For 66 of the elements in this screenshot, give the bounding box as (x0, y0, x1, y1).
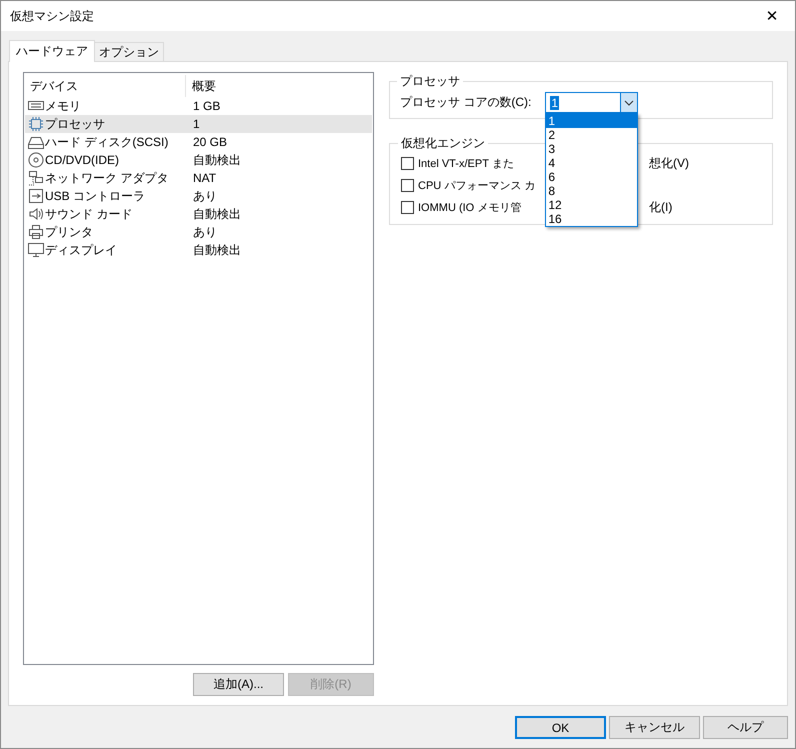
checkbox-label[interactable]: CPU パフォーマンス カ (418, 178, 536, 192)
device-name: メモリ (44, 98, 82, 114)
dropdown-option[interactable]: 12 (546, 198, 638, 212)
display-icon (28, 242, 44, 258)
device-name: USB コントローラ (44, 188, 146, 204)
cancel-button[interactable]: キャンセル (609, 716, 700, 739)
device-row[interactable]: USB コントローラ あり (25, 187, 372, 205)
device-row[interactable]: プロセッサ 1 (25, 115, 372, 133)
device-name: プリンタ (44, 224, 94, 240)
printer-icon (28, 224, 44, 240)
device-row[interactable]: ネットワーク アダプタ NAT (25, 169, 372, 187)
dropdown-option[interactable]: 4 (546, 156, 638, 170)
device-name: CD/DVD(IDE) (44, 153, 120, 167)
field-label: プロセッサ コアの数(C): (400, 94, 532, 111)
checkbox-label[interactable]: 化(I) (649, 198, 762, 216)
device-row[interactable]: プリンタ あり (25, 223, 372, 241)
dropdown-option[interactable]: 16 (546, 212, 638, 226)
device-summary: 自動検出 (192, 206, 241, 222)
checkbox-label[interactable]: 想化(V) (649, 154, 762, 172)
dropdown-option[interactable]: 2 (546, 128, 638, 142)
group-title: 仮想化エンジン (400, 135, 486, 152)
dropdown-option[interactable]: 8 (546, 184, 638, 198)
device-name: ディスプレイ (44, 242, 118, 258)
usb-icon (28, 188, 44, 204)
device-summary: NAT (192, 171, 216, 185)
column-header[interactable]: 概要 (186, 78, 372, 94)
dropdown-option[interactable]: 3 (546, 142, 638, 156)
close-button[interactable]: ✕ (749, 1, 795, 31)
core-count-dropdown[interactable]: 1 (545, 92, 638, 113)
device-name: ハード ディスク(SCSI) (44, 134, 170, 150)
device-name: プロセッサ (44, 116, 106, 132)
device-summary: 20 GB (192, 135, 228, 149)
device-summary: あり (192, 224, 217, 240)
device-name: ネットワーク アダプタ (44, 170, 170, 186)
device-row[interactable]: ディスプレイ 自動検出 (25, 241, 372, 259)
dropdown-option[interactable]: 1 (546, 114, 638, 128)
window-title: 仮想マシン設定 (10, 8, 94, 24)
dropdown-button[interactable] (620, 93, 638, 112)
column-header[interactable]: デバイス (25, 75, 186, 97)
device-summary: あり (192, 188, 217, 204)
device-summary: 1 GB (192, 99, 220, 113)
device-row[interactable]: CD/DVD(IDE) 自動検出 (25, 151, 372, 169)
checkbox[interactable] (401, 178, 414, 192)
tab[interactable]: ハードウェア (9, 40, 95, 62)
chevron-icon (624, 100, 634, 106)
checkbox-label[interactable]: IOMMU (IO メモリ管 (418, 200, 522, 214)
group-title: プロセッサ (399, 73, 461, 90)
network-icon (28, 170, 44, 186)
device-summary: 1 (192, 117, 200, 131)
device-row[interactable]: ハード ディスク(SCSI) 20 GB (25, 133, 372, 151)
checkbox[interactable] (401, 200, 414, 214)
cpu-icon (28, 116, 44, 132)
device-summary: 自動検出 (192, 152, 241, 168)
add-button[interactable]: 追加(A)... (193, 673, 284, 696)
device-row[interactable]: メモリ 1 GB (25, 97, 372, 115)
dropdown-option[interactable]: 6 (546, 170, 638, 184)
cd-icon (28, 152, 44, 168)
ok-button[interactable]: OK (515, 716, 606, 739)
sound-icon (28, 206, 44, 222)
checkbox[interactable] (401, 156, 414, 170)
device-summary: 自動検出 (192, 242, 241, 258)
help-button[interactable]: ヘルプ (703, 716, 788, 739)
tab[interactable]: オプション (94, 42, 164, 61)
device-name: サウンド カード (44, 206, 134, 222)
checkbox-label[interactable]: Intel VT-x/EPT また (418, 156, 514, 170)
device-row[interactable]: サウンド カード 自動検出 (25, 205, 372, 223)
